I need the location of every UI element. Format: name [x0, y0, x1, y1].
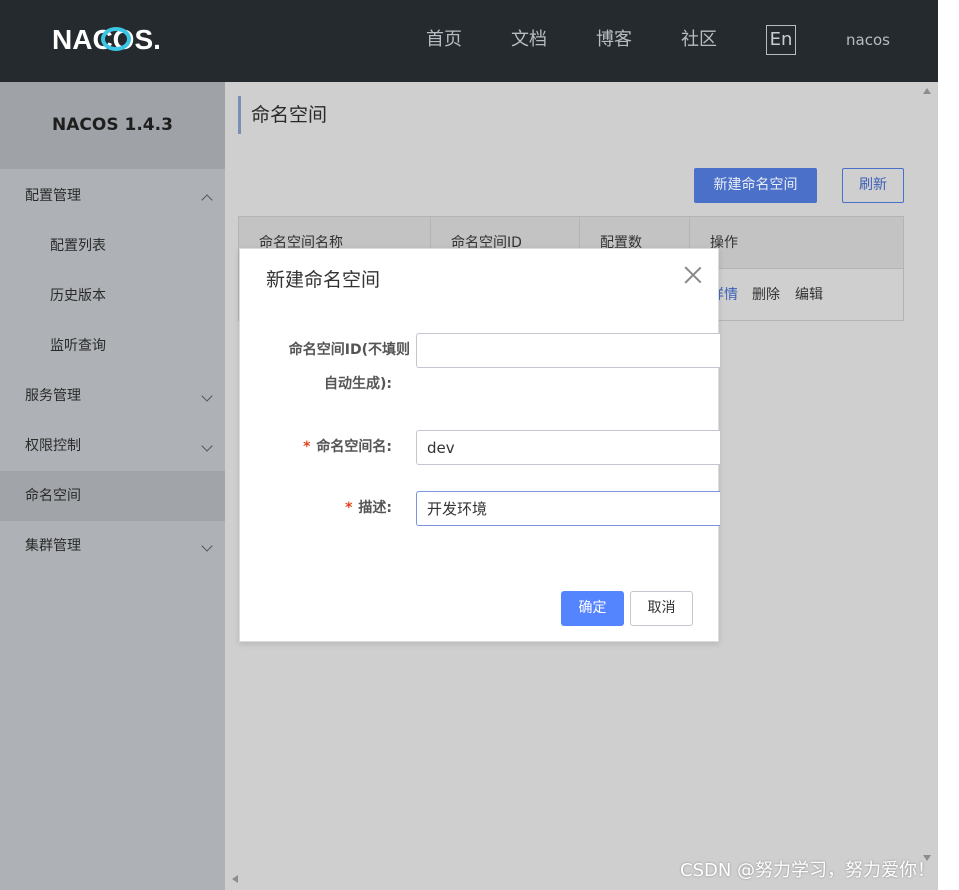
scroll-left-icon[interactable]	[232, 875, 238, 883]
sidebar-item-config-list[interactable]: 配置列表	[0, 221, 225, 271]
namespace-name-label: * 命名空间名:	[270, 437, 392, 457]
sidebar-item-history[interactable]: 历史版本	[0, 271, 225, 321]
column-header-actions: 操作	[710, 235, 738, 251]
description-input[interactable]	[416, 491, 720, 526]
sidebar-item-listener-query[interactable]: 监听查询	[0, 321, 225, 371]
description-label: * 描述:	[270, 498, 392, 518]
sidebar-title: NACOS 1.4.3	[0, 82, 225, 169]
nav-docs[interactable]: 文档	[511, 28, 547, 52]
namespace-id-input[interactable]	[416, 333, 720, 368]
scroll-up-icon[interactable]	[923, 88, 931, 94]
sidebar-item-label: 权限控制	[25, 438, 81, 454]
namespace-name-label-text: 命名空间名:	[316, 439, 392, 455]
svg-text:NACOS.: NACOS.	[52, 24, 161, 55]
chevron-down-icon	[201, 540, 213, 552]
username[interactable]: nacos	[846, 30, 890, 50]
confirm-button[interactable]: 确定	[561, 591, 624, 626]
nav-community[interactable]: 社区	[681, 28, 717, 52]
description-label-text: 描述:	[358, 500, 392, 516]
nav-home[interactable]: 首页	[426, 28, 462, 52]
delete-link[interactable]: 删除	[752, 269, 780, 321]
sidebar-item-config-management[interactable]: 配置管理	[0, 171, 225, 221]
nacos-logo[interactable]: NACOS.	[52, 20, 170, 60]
csdn-watermark: CSDN @努力学习，努力爱你！	[680, 860, 936, 881]
namespace-name-input[interactable]	[416, 430, 720, 465]
new-namespace-dialog: 新建命名空间 命名空间ID(不填则 自动生成): * 命名空间名: * 描述: 确定…	[239, 248, 720, 642]
nav-blog[interactable]: 博客	[596, 28, 632, 52]
sidebar-item-cluster-management[interactable]: 集群管理	[0, 521, 225, 571]
top-navbar: NACOS. 首页 文档 博客 社区 En nacos	[0, 0, 938, 82]
sidebar-item-namespace[interactable]: 命名空间	[0, 471, 225, 521]
namespace-id-label: 命名空间ID(不填则 自动生成):	[270, 340, 410, 394]
sidebar: NACOS 1.4.3 配置管理 配置列表 历史版本 监听查询 服务管理 权限控…	[0, 82, 225, 890]
vertical-scrollbar[interactable]	[917, 82, 938, 867]
language-toggle[interactable]: En	[766, 25, 796, 55]
edit-link[interactable]: 编辑	[795, 269, 823, 321]
dialog-title: 新建命名空间	[266, 269, 381, 291]
new-namespace-button[interactable]: 新建命名空间	[694, 168, 817, 203]
required-mark: *	[345, 500, 353, 516]
cancel-button[interactable]: 取消	[630, 591, 693, 626]
nacos-logo-icon: NACOS.	[52, 24, 161, 55]
sidebar-item-label: 配置列表	[50, 238, 106, 254]
sidebar-item-label: 历史版本	[50, 288, 106, 304]
page-title: 命名空间	[238, 96, 327, 134]
sidebar-item-label: 配置管理	[25, 188, 81, 204]
close-icon[interactable]	[684, 266, 702, 284]
sidebar-item-label: 监听查询	[50, 338, 106, 354]
sidebar-item-label: 集群管理	[25, 538, 81, 554]
window-edge	[938, 0, 959, 890]
chevron-up-icon	[201, 194, 213, 206]
namespace-id-label-line1: 命名空间ID(不填则	[288, 342, 410, 358]
chevron-down-icon	[201, 390, 213, 402]
sidebar-item-service-management[interactable]: 服务管理	[0, 371, 225, 421]
sidebar-item-label: 服务管理	[25, 388, 81, 404]
namespace-id-label-line2: 自动生成):	[324, 376, 392, 392]
refresh-button[interactable]: 刷新	[842, 168, 904, 203]
sidebar-item-access-control[interactable]: 权限控制	[0, 421, 225, 471]
sidebar-item-label: 命名空间	[25, 488, 81, 504]
chevron-down-icon	[201, 440, 213, 452]
required-mark: *	[303, 439, 311, 455]
